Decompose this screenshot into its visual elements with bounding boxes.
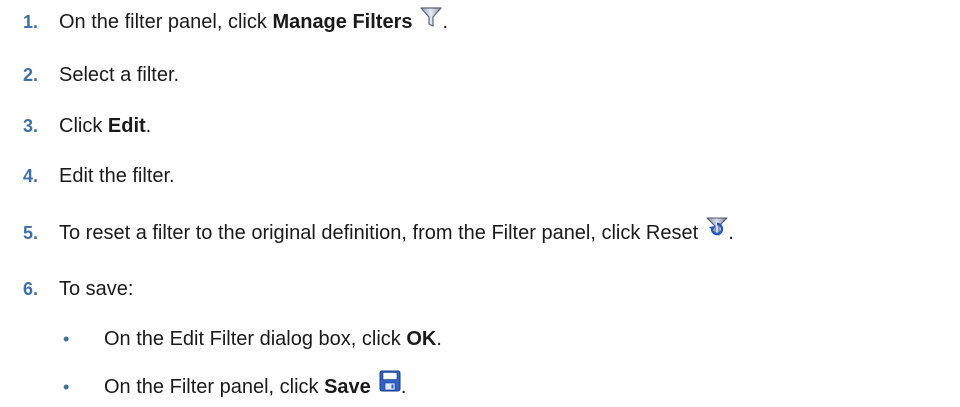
manage-filters-label: Manage Filters: [272, 10, 413, 33]
bullet-icon: •: [63, 376, 70, 397]
step-number: 4.: [23, 165, 39, 186]
substep-text: On the Filter panel, click Save .: [104, 370, 407, 399]
floppy-disk-icon: [379, 370, 401, 392]
step-number: 3.: [23, 115, 39, 136]
step-number: 1.: [23, 11, 39, 32]
reset-filter-icon: [706, 216, 728, 238]
save-label: Save: [324, 375, 371, 398]
step-text-post: .: [442, 10, 449, 33]
step-text: Click Edit .: [59, 115, 151, 138]
step-text-post: .: [145, 114, 152, 137]
substep-text-pre: On the Edit Filter dialog box, click: [104, 327, 407, 350]
step-number: 2.: [23, 64, 39, 85]
funnel-icon: [420, 6, 443, 28]
edit-label: Edit: [107, 114, 146, 137]
step-number: 5.: [23, 222, 39, 243]
step-text: Edit the filter.: [59, 164, 175, 187]
step-number: 6.: [23, 278, 39, 299]
step-text: To reset a filter to the original defini…: [59, 217, 734, 245]
step-text-post: .: [728, 221, 734, 244]
substep-text: On the Edit Filter dialog box, click OK …: [104, 328, 442, 351]
substep-text-post: .: [436, 327, 442, 350]
substep-text-post: .: [400, 375, 407, 398]
step-text-pre: To reset a filter to the original defini…: [59, 221, 699, 244]
step-text: To save:: [59, 277, 134, 300]
substep-text-pre: On the Filter panel, click: [104, 375, 325, 398]
ok-label: OK: [406, 327, 437, 350]
step-text: On the filter panel, click Manage Filter…: [59, 7, 449, 34]
step-text-pre: Click: [59, 114, 108, 137]
step-text-pre: On the filter panel, click: [59, 10, 273, 33]
step-text: Select a filter.: [59, 63, 180, 86]
bullet-icon: •: [63, 328, 70, 349]
procedure-document: 1. On the filter panel, click Manage Fil…: [0, 0, 960, 407]
